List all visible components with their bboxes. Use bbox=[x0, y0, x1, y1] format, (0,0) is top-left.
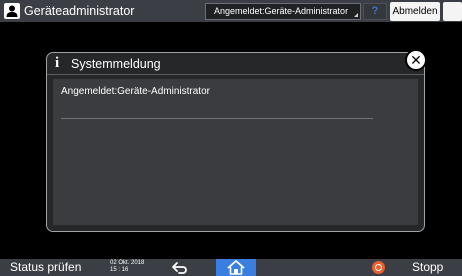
login-status-field[interactable]: Angemeldet:Geräte-Administrator bbox=[205, 3, 361, 20]
time-text: 15 : 16 bbox=[110, 267, 129, 273]
date-time: 02 Okt. 2018 15 : 16 bbox=[110, 260, 144, 274]
moon-icon[interactable] bbox=[443, 2, 462, 21]
close-icon[interactable]: ✕ bbox=[405, 49, 427, 71]
home-icon bbox=[227, 260, 245, 275]
logout-button[interactable]: Abmelden bbox=[390, 2, 440, 21]
dialog-body: Angemeldet:Geräte-Administrator bbox=[53, 79, 418, 225]
bottom-bar: Status prüfen 02 Okt. 2018 15 : 16 Stopp bbox=[0, 259, 462, 276]
dialog-message: Angemeldet:Geräte-Administrator bbox=[61, 86, 210, 97]
status-check-button[interactable]: Status prüfen bbox=[10, 259, 81, 276]
dropdown-corner-icon bbox=[354, 13, 358, 17]
user-icon[interactable] bbox=[4, 3, 20, 19]
top-bar: Geräteadministrator Angemeldet:Geräte-Ad… bbox=[0, 0, 462, 22]
divider bbox=[61, 118, 373, 119]
date-text: 02 Okt. 2018 bbox=[110, 260, 145, 266]
home-button[interactable] bbox=[216, 259, 256, 276]
system-message-dialog: i Systemmeldung Angemeldet:Geräte-Admini… bbox=[46, 52, 425, 232]
dialog-title: Systemmeldung bbox=[71, 57, 161, 71]
user-name[interactable]: Geräteadministrator bbox=[24, 2, 134, 20]
info-icon: i bbox=[55, 55, 60, 71]
login-status-text: Angemeldet:Geräte-Administrator bbox=[214, 6, 349, 16]
dialog-header: i Systemmeldung bbox=[47, 53, 424, 75]
stop-icon[interactable] bbox=[372, 261, 385, 274]
stop-button[interactable]: Stopp bbox=[412, 259, 443, 276]
back-icon[interactable] bbox=[170, 259, 190, 276]
help-button[interactable]: ? bbox=[363, 3, 387, 20]
